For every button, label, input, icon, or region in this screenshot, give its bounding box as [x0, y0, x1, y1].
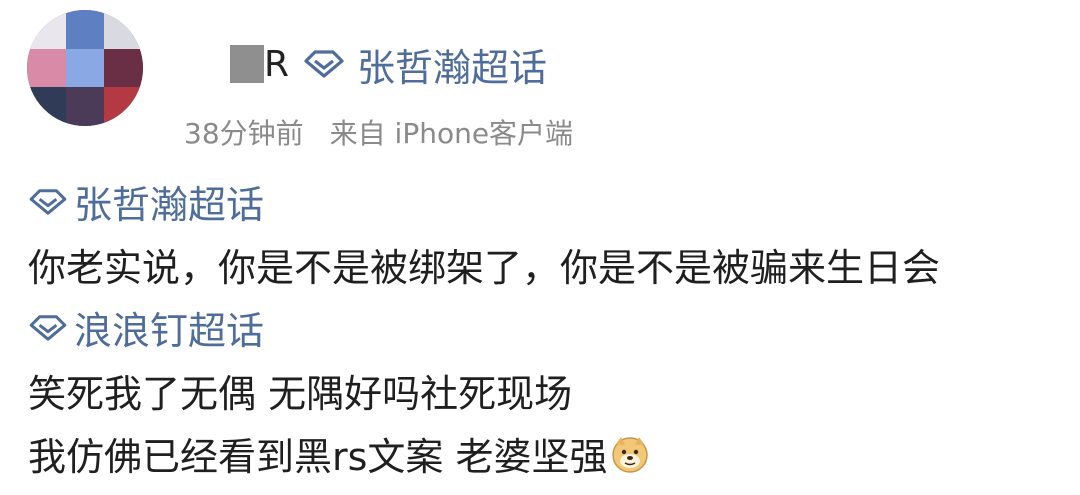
- post-meta: 38分钟前 来自 iPhone客户端: [184, 110, 573, 154]
- avatar-mosaic-cell: [27, 10, 66, 49]
- topic-tag-label: 张哲瀚超话: [74, 183, 265, 227]
- doge-emoji-icon: [610, 434, 650, 474]
- post-text-line: 你老实说，你是不是被绑架了，你是不是被骗来生日会: [28, 233, 1078, 296]
- author-row: R 张哲瀚超话: [230, 34, 547, 94]
- avatar[interactable]: [27, 10, 143, 126]
- avatar-mosaic-cell: [66, 49, 104, 87]
- topic-tag-label: 浪浪钉超话: [74, 309, 265, 353]
- topic-tag-zhang[interactable]: 张哲瀚超话: [28, 170, 1078, 233]
- post-time: 38分钟前: [184, 117, 304, 150]
- post-text-line: 笑死我了无偶 无隅好吗社死现场: [28, 359, 1078, 422]
- diamond-icon: [28, 188, 68, 216]
- avatar-mosaic-cell: [104, 49, 143, 87]
- username[interactable]: R: [264, 44, 289, 85]
- avatar-mosaic-cell: [27, 49, 66, 87]
- avatar-mosaic-cell: [27, 87, 66, 126]
- post-text-line: 我仿佛已经看到黑rs文案 老婆坚强: [28, 422, 1078, 485]
- post-text: 你老实说，你是不是被绑架了，你是不是被骗来生日会: [28, 246, 941, 290]
- avatar-mosaic-cell: [66, 87, 104, 126]
- post-text: 笑死我了无偶 无隅好吗社死现场: [28, 372, 573, 416]
- post-source: 来自 iPhone客户端: [329, 117, 574, 150]
- avatar-mosaic-cell: [104, 10, 143, 49]
- username-redaction: [230, 45, 264, 83]
- topic-tag-langlangding[interactable]: 浪浪钉超话: [28, 296, 1078, 359]
- avatar-mosaic-cell: [104, 87, 143, 126]
- diamond-icon: [28, 314, 68, 342]
- diamond-icon: [303, 49, 345, 79]
- weibo-post: R 张哲瀚超话 38分钟前 来自 iPhone客户端 张哲瀚超话 你老实说，你是…: [0, 0, 1080, 495]
- post-text: 我仿佛已经看到黑rs文案 老婆坚强: [28, 435, 608, 479]
- post-content: 张哲瀚超话 你老实说，你是不是被绑架了，你是不是被骗来生日会 浪浪钉超话 笑死我…: [28, 170, 1078, 485]
- author-topic-link[interactable]: 张哲瀚超话: [357, 37, 547, 92]
- avatar-mosaic-cell: [66, 10, 104, 49]
